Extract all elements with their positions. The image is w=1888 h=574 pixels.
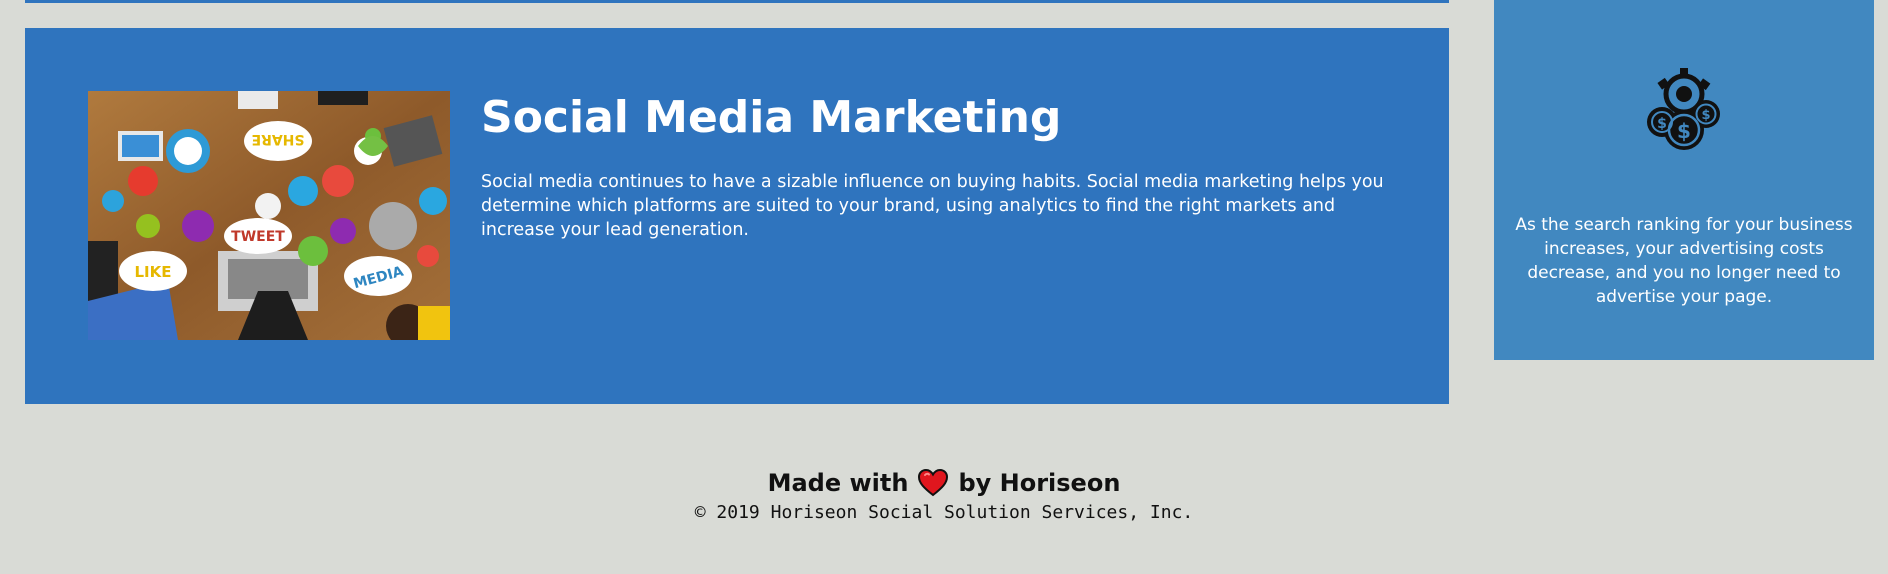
made-with-text: Made with	[767, 469, 909, 497]
by-horiseon-text: by Horiseon	[958, 469, 1121, 497]
share-label: SHARE	[252, 131, 305, 147]
svg-text:$: $	[1657, 116, 1667, 132]
social-media-marketing-card: SHARE TWEET LIKE MEDIA Social Media Mark…	[25, 28, 1449, 404]
collage-illustration: SHARE TWEET LIKE MEDIA	[88, 91, 450, 340]
benefit-description: As the search ranking for your business …	[1515, 215, 1853, 307]
made-with-line: Made with by Horiseon	[767, 467, 1121, 499]
tweet-label: TWEET	[231, 229, 285, 245]
previous-card-edge	[25, 0, 1449, 3]
svg-text:$: $	[1677, 119, 1691, 143]
like-label: LIKE	[134, 263, 171, 281]
svg-text:$: $	[1701, 108, 1710, 123]
page: SHARE TWEET LIKE MEDIA Social Media Mark…	[0, 0, 1888, 574]
card-title: Social Media Marketing	[481, 92, 1062, 143]
social-media-collage-image: SHARE TWEET LIKE MEDIA	[88, 91, 450, 340]
heart-icon	[918, 469, 949, 497]
card-description: Social media continues to have a sizable…	[481, 172, 1384, 240]
cost-management-icon: $ $ $	[1647, 68, 1720, 150]
copyright-text: © 2019 Horiseon Social Solution Services…	[694, 502, 1194, 523]
footer: Made with by Horiseon © 2019 Horiseon So…	[0, 467, 1888, 525]
cost-management-benefit-card: $ $ $ As the search ranking for your bus…	[1494, 0, 1874, 360]
